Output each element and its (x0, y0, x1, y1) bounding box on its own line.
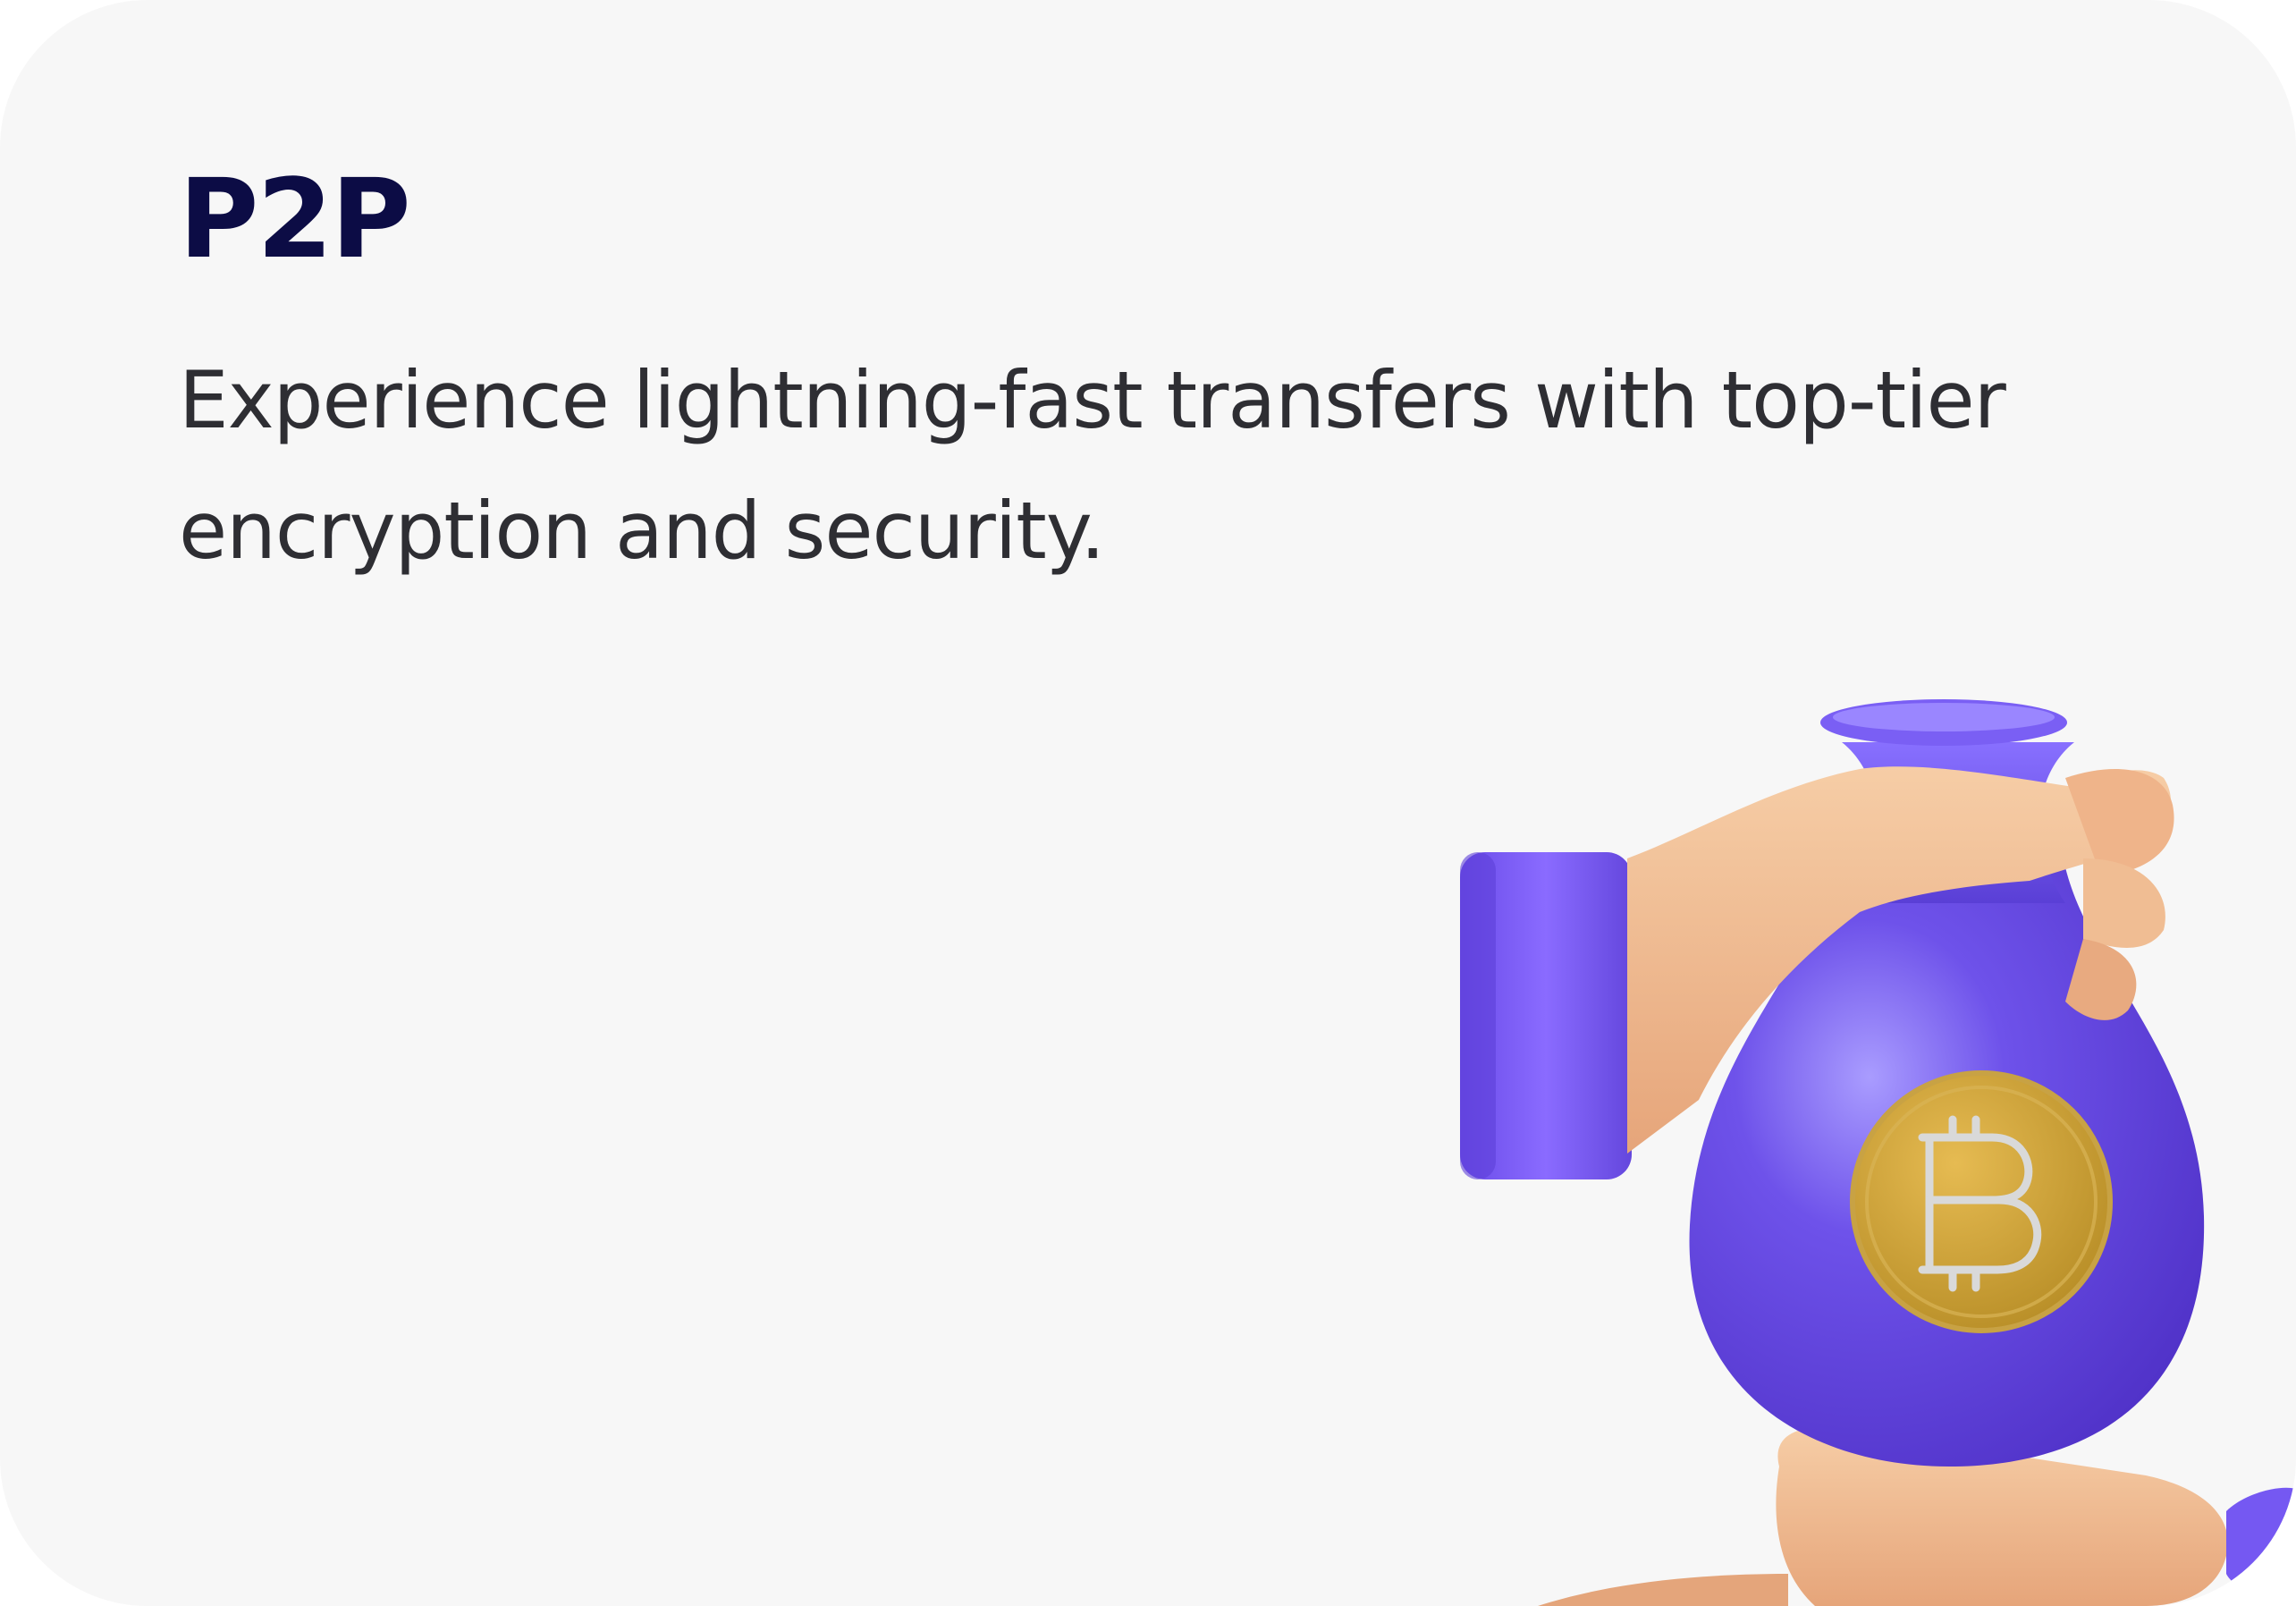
sleeve-cuff (1460, 852, 1632, 1179)
money-bag-illustration (1460, 699, 2296, 1606)
bitcoin-coin (1850, 1070, 2113, 1333)
p2p-feature-card: P2P Experience lightning-fast transfers … (0, 0, 2296, 1606)
